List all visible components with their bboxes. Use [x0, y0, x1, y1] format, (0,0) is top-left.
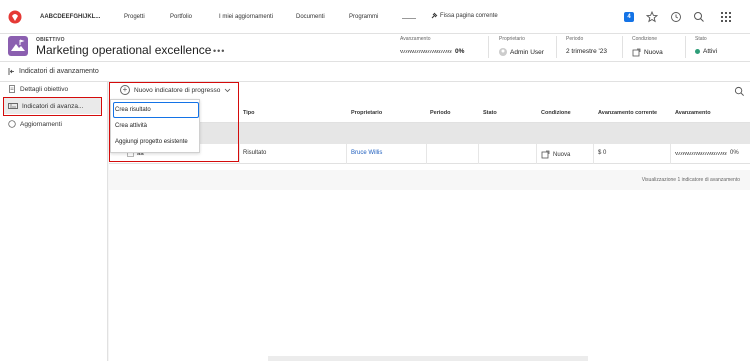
avatar-icon — [499, 48, 507, 56]
condition-text: Nuova — [644, 49, 663, 56]
row-owner-link[interactable]: Bruce Willis — [351, 150, 382, 156]
progress-label: Avanzamento — [400, 36, 431, 42]
column-divider — [478, 144, 479, 164]
notification-badge[interactable]: 4 — [624, 12, 634, 22]
row-current-progress: $ 0 — [598, 150, 607, 156]
owner-name: Admin User — [510, 48, 544, 56]
horizontal-scrollbar[interactable] — [268, 356, 588, 361]
objective-icon — [8, 36, 28, 56]
progress-value: 0% — [400, 48, 464, 55]
result-count: Visualizzazione 1 indicatore di avanzame… — [641, 177, 740, 183]
history-icon[interactable] — [670, 11, 682, 23]
back-button[interactable]: Indicatori di avanzamento — [8, 68, 99, 75]
row-progress-percent: 0% — [730, 150, 739, 156]
header-divider — [622, 36, 623, 58]
highlight-box-menu — [109, 82, 239, 162]
mountain-flag-icon — [11, 39, 25, 51]
owner-value[interactable]: Admin User — [499, 48, 544, 56]
column-divider — [670, 144, 671, 164]
search-icon[interactable] — [693, 11, 705, 23]
pin-icon — [431, 12, 438, 19]
pin-page-button[interactable]: Fissa pagina corrente — [431, 12, 498, 19]
objective-header: OBIETTIVO Marketing operational excellen… — [0, 34, 750, 62]
sidebar-item-details[interactable]: Dettagli obiettivo — [8, 85, 68, 93]
nav-my-updates[interactable]: I miei aggiornamenti — [219, 14, 273, 20]
condition-label: Condizione — [632, 36, 658, 42]
condition-flag-icon — [541, 150, 550, 159]
row-progress-bar — [675, 151, 727, 155]
period-label: Periodo — [566, 36, 584, 42]
sidebar-item-updates[interactable]: Aggiornamenti — [8, 120, 62, 128]
status-dot-icon — [695, 49, 700, 54]
status-label: Stato — [695, 36, 707, 42]
table-search-icon[interactable] — [734, 86, 745, 97]
row-condition[interactable]: Nuova — [541, 150, 570, 159]
header-divider — [685, 36, 686, 58]
top-navigation: AABCDEEFGHIJKL... Progetti Portfolio I m… — [0, 0, 750, 34]
column-divider — [593, 144, 594, 164]
breadcrumb: Indicatori di avanzamento — [19, 68, 99, 75]
comment-icon — [8, 120, 16, 128]
status-value[interactable]: Attivi — [695, 48, 717, 55]
column-header-owner[interactable]: Proprietario — [351, 110, 382, 116]
row-type: Risultato — [243, 150, 267, 156]
document-icon — [9, 85, 15, 93]
sidebar: Dettagli obiettivo Indicatori di avanza.… — [0, 82, 108, 361]
column-divider — [346, 144, 347, 164]
progress-percent: 0% — [455, 48, 465, 55]
owner-label: Proprietario — [499, 36, 525, 42]
column-header-status[interactable]: Stato — [483, 110, 497, 116]
table-footer: Visualizzazione 1 indicatore di avanzame… — [109, 170, 750, 190]
column-divider — [536, 144, 537, 164]
org-name[interactable]: AABCDEEFGHIJKL... — [40, 14, 100, 20]
period-value: 2 trimestre '23 — [566, 48, 607, 55]
column-header-condition[interactable]: Condizione — [541, 110, 571, 116]
more-actions-button[interactable]: ••• — [213, 46, 225, 56]
nav-separator — [402, 18, 416, 19]
sidebar-item-label: Dettagli obiettivo — [20, 85, 69, 93]
column-header-current-progress[interactable]: Avanzamento corrente — [598, 110, 657, 116]
workfront-logo-icon[interactable] — [8, 10, 22, 24]
condition-flag-icon — [632, 48, 641, 57]
progress-bar — [400, 50, 452, 53]
header-divider — [488, 36, 489, 58]
row-progress: 0% — [675, 150, 739, 156]
page-title: Marketing operational excellence — [36, 43, 212, 57]
star-icon[interactable] — [646, 11, 658, 23]
column-divider — [239, 144, 240, 164]
highlight-box-sidebar — [3, 97, 102, 116]
column-header-period[interactable]: Periodo — [430, 110, 450, 116]
status-text: Attivi — [703, 48, 718, 55]
column-header-type[interactable]: Tipo — [243, 110, 255, 116]
breadcrumb-bar: Indicatori di avanzamento — [0, 62, 750, 82]
nav-documents[interactable]: Documenti — [296, 14, 325, 20]
nav-projects[interactable]: Progetti — [124, 14, 145, 20]
condition-value[interactable]: Nuova — [632, 48, 663, 57]
sidebar-item-label: Aggiornamenti — [20, 120, 62, 128]
apps-grid-icon[interactable] — [720, 11, 732, 23]
column-divider — [426, 144, 427, 164]
row-condition-text: Nuova — [553, 151, 571, 158]
nav-programs[interactable]: Programmi — [349, 14, 378, 20]
column-header-progress[interactable]: Avanzamento — [675, 110, 711, 116]
pin-label: Fissa pagina corrente — [440, 12, 498, 19]
nav-portfolio[interactable]: Portfolio — [170, 14, 192, 20]
header-divider — [556, 36, 557, 58]
collapse-left-icon — [8, 68, 14, 75]
